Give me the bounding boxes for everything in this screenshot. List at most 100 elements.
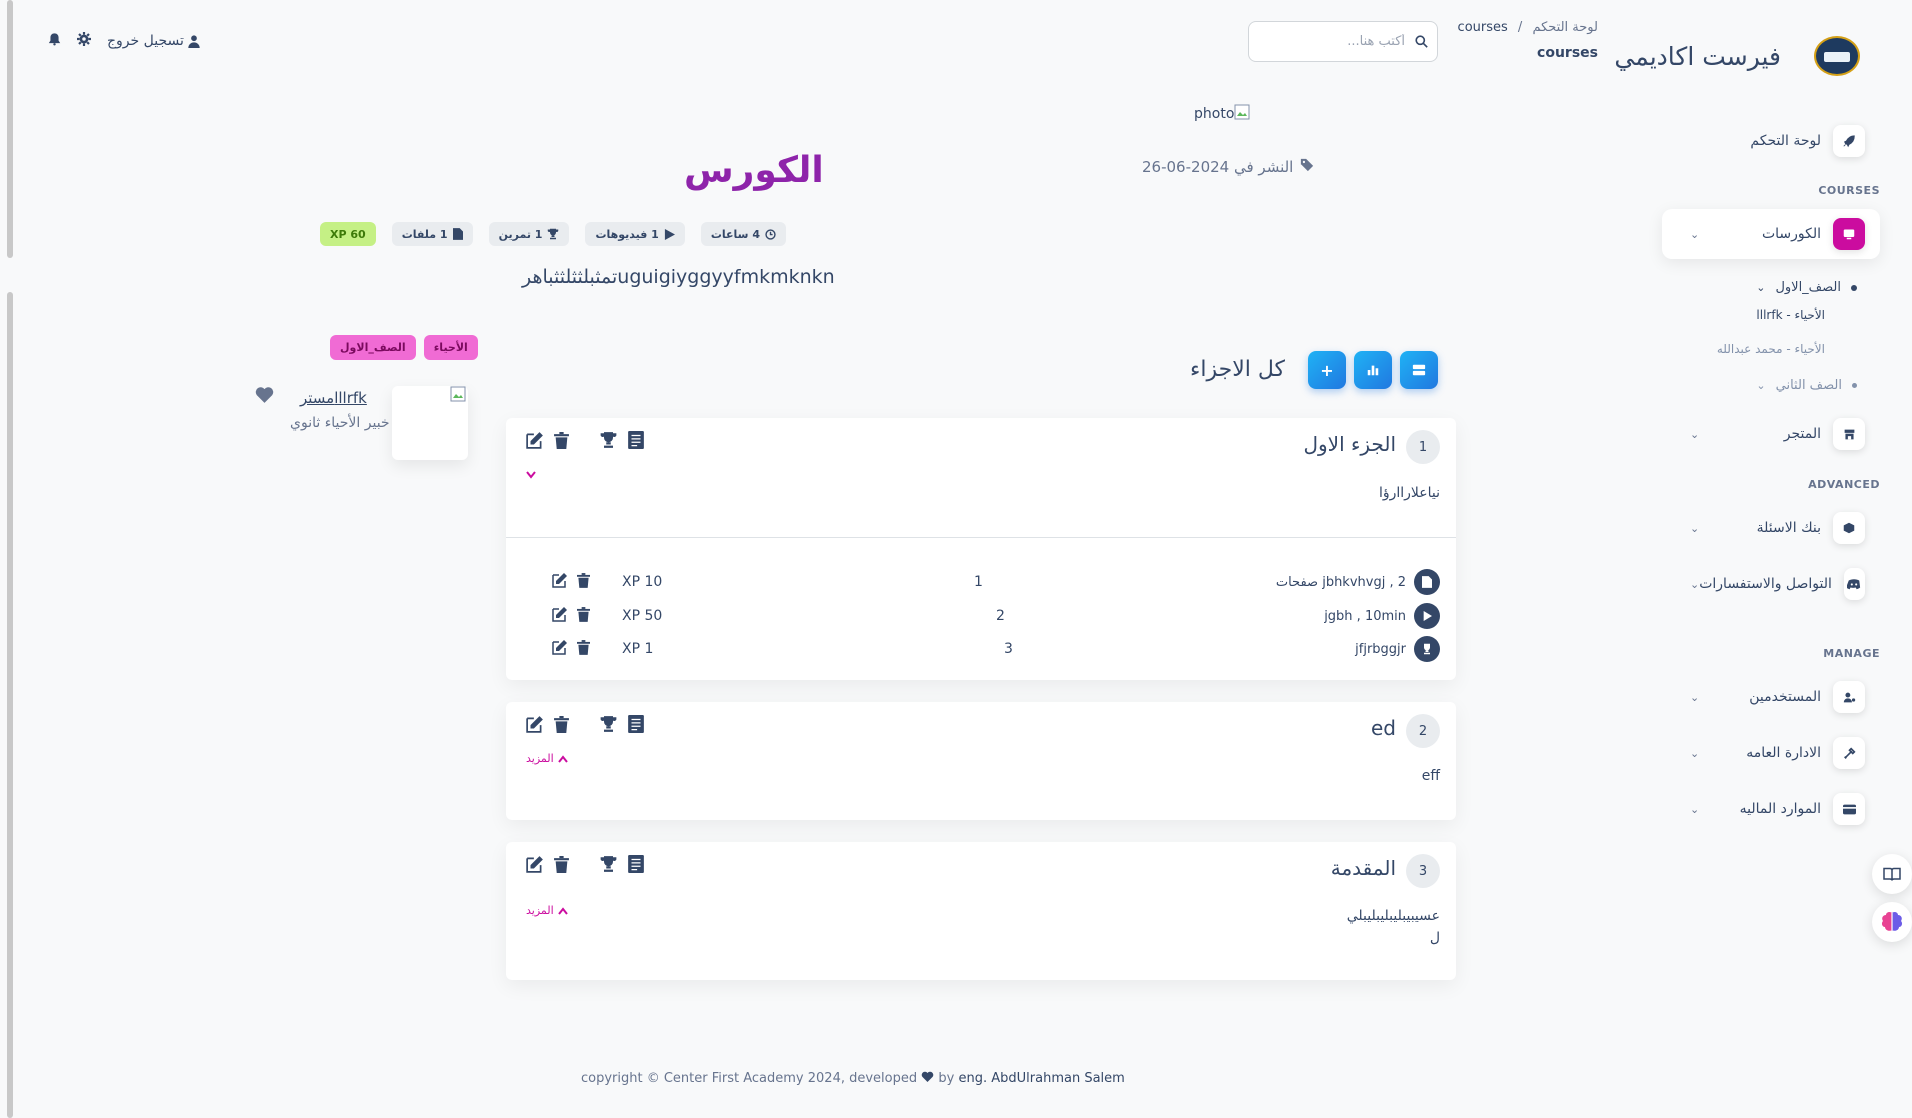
gear-icon[interactable]	[77, 32, 91, 50]
brand-logo[interactable]	[1814, 36, 1860, 76]
edit-icon[interactable]	[526, 431, 544, 453]
edit-icon[interactable]	[526, 855, 544, 877]
bullet-icon	[1852, 383, 1857, 388]
bell-icon[interactable]	[48, 32, 61, 50]
trash-icon[interactable]	[554, 855, 569, 877]
teacher-photo[interactable]	[392, 386, 468, 460]
floating-book-button[interactable]	[1872, 854, 1912, 894]
play-icon	[664, 228, 675, 240]
badge-videos: 1 فيديوهات	[585, 222, 685, 246]
chevron-down-icon: ⌄	[1756, 281, 1766, 294]
sidebar-item-label: الموارد الماليه	[1739, 801, 1821, 817]
heart-icon	[921, 1071, 934, 1086]
part-title: الجزء الاول	[1303, 432, 1396, 456]
sidebar-item-label: بنك الاسئلة	[1756, 520, 1821, 536]
edit-icon[interactable]	[552, 572, 568, 592]
sidebar-subitem-biology-mohamed[interactable]: الأحياء - محمد عبدالله	[1717, 342, 1825, 356]
edit-icon[interactable]	[552, 639, 568, 659]
divider	[506, 537, 1456, 538]
course-photo: photo	[1194, 106, 1235, 122]
trophy-icon	[1414, 636, 1440, 662]
content-xp: XP 50	[622, 608, 663, 624]
floating-brain-button[interactable]	[1872, 902, 1912, 942]
teacher-name[interactable]: مسترlllrfk	[300, 389, 367, 407]
search-input[interactable]	[1265, 34, 1405, 49]
content-row[interactable]: jfjrbggjr 3 XP 1	[506, 633, 1456, 665]
chevron-down-icon: ⌄	[1690, 427, 1700, 441]
sidebar-item-users[interactable]: المستخدمين ⌄	[1662, 672, 1880, 722]
store-icon	[1833, 418, 1865, 450]
content-xp: XP 1	[622, 641, 654, 657]
document-icon[interactable]	[628, 715, 644, 737]
content-order: 3	[1004, 641, 1013, 657]
logout-link[interactable]: تسجيل خروج	[107, 33, 200, 49]
part-number: 1	[1406, 430, 1440, 464]
trash-icon[interactable]	[577, 639, 590, 659]
chevron-down-icon	[526, 471, 536, 479]
parts-title: كل الاجزاء	[1190, 357, 1285, 382]
sidebar-item-finance[interactable]: الموارد الماليه ⌄	[1662, 784, 1880, 834]
trash-icon[interactable]	[554, 431, 569, 453]
content-row[interactable]: jbhkvhvgj , 2 صفحات 1 XP 10	[506, 566, 1456, 598]
sidebar-item-label: المستخدمين	[1749, 689, 1821, 705]
badge-files: 1 ملفات	[391, 222, 473, 246]
content-row[interactable]: jgbh , 10min 2 XP 50	[506, 600, 1456, 632]
trophy-icon[interactable]	[599, 431, 618, 453]
sidebar-subitem-grade1[interactable]: الصف_الاول ⌄	[1756, 280, 1857, 295]
clock-icon	[765, 228, 776, 240]
user-cog-icon	[1833, 681, 1865, 713]
trash-icon[interactable]	[577, 572, 590, 592]
sidebar-item-communication[interactable]: التواصل والاستفسارات ⌄	[1662, 559, 1880, 609]
section-title-advanced: ADVANCED	[1808, 478, 1880, 491]
sidebar-item-question-bank[interactable]: بنك الاسئلة ⌄	[1662, 503, 1880, 553]
brain-icon	[1881, 911, 1903, 931]
play-icon	[1414, 603, 1440, 629]
document-icon[interactable]	[628, 855, 644, 877]
sidebar-item-general-admin[interactable]: الادارة العامه ⌄	[1662, 728, 1880, 778]
scrollbar-track-top[interactable]	[7, 0, 13, 258]
badge-exercises: 1 تمرين	[488, 222, 570, 246]
footer-author[interactable]: eng. AbdUlrahman Salem	[958, 1071, 1124, 1086]
sidebar-subitem-grade2[interactable]: الصف الثاني ⌄	[1756, 378, 1857, 393]
trash-icon[interactable]	[554, 715, 569, 737]
search-box[interactable]	[1248, 21, 1438, 62]
bullet-icon	[1851, 284, 1857, 291]
breadcrumb-current: courses	[1457, 20, 1508, 35]
trophy-icon[interactable]	[599, 855, 618, 877]
breadcrumb-separator: /	[1517, 20, 1523, 35]
file-icon	[1414, 569, 1440, 595]
document-icon[interactable]	[628, 431, 644, 453]
breadcrumb: لوحة التحكم / courses	[1458, 20, 1598, 35]
part-title: المقدمة	[1330, 856, 1396, 880]
heart-icon[interactable]	[255, 386, 274, 407]
discord-icon	[1843, 568, 1865, 600]
add-part-button[interactable]: +	[1308, 351, 1346, 389]
stats-button[interactable]	[1354, 351, 1392, 389]
brand-name[interactable]: فيرست اكاديمي	[1614, 42, 1781, 71]
more-link[interactable]: المزيد	[526, 752, 568, 765]
scrollbar-track[interactable]	[7, 292, 13, 1118]
trash-icon[interactable]	[577, 606, 590, 626]
tag-grade[interactable]: الصف_الاول	[330, 335, 416, 360]
more-link[interactable]: المزيد	[526, 904, 568, 917]
publish-date: النشر في 2024-06-26	[1142, 158, 1314, 176]
sidebar-subitem-label: الصف الثاني	[1775, 378, 1842, 393]
list-view-button[interactable]	[1400, 351, 1438, 389]
chevron-down-icon: ⌄	[1690, 746, 1700, 760]
sidebar-item-label: الادارة العامه	[1746, 745, 1821, 761]
sidebar-item-label: المتجر	[1783, 426, 1821, 442]
file-icon	[452, 228, 463, 240]
breadcrumb-home[interactable]: لوحة التحكم	[1532, 20, 1598, 35]
sidebar-item-store[interactable]: المتجر ⌄	[1662, 409, 1880, 459]
trophy-icon[interactable]	[599, 715, 618, 737]
sidebar-item-dashboard[interactable]: لوحة التحكم	[1662, 116, 1880, 166]
page-title: courses	[1537, 45, 1598, 61]
box-icon	[1833, 512, 1865, 544]
tag-subject[interactable]: الأحياء	[423, 335, 478, 360]
sidebar-item-courses[interactable]: الكورسات ⌄	[1662, 209, 1880, 259]
sidebar-subitem-biology-lllrfk[interactable]: الأحياء - lllrfk	[1756, 308, 1825, 322]
collapse-toggle[interactable]	[526, 469, 536, 482]
edit-icon[interactable]	[552, 606, 568, 626]
edit-icon[interactable]	[526, 715, 544, 737]
broken-image-icon	[450, 386, 466, 406]
